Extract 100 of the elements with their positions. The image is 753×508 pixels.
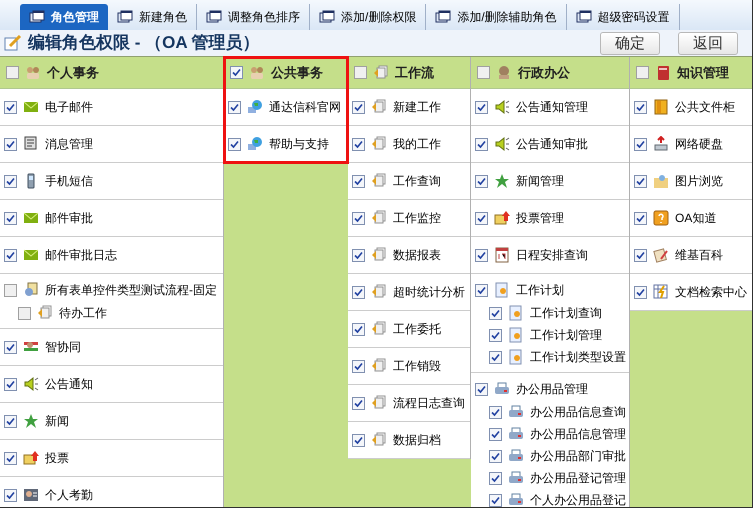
- section-header: 个人事务: [47, 64, 99, 82]
- checkbox[interactable]: [475, 100, 488, 114]
- checkbox[interactable]: [475, 174, 488, 188]
- checkbox[interactable]: [475, 138, 488, 150]
- permission-label: 日程安排查询: [516, 247, 588, 264]
- checkbox[interactable]: [352, 322, 365, 336]
- checkbox[interactable]: [489, 450, 502, 462]
- book-icon: [655, 64, 671, 80]
- checkbox[interactable]: [636, 66, 649, 79]
- permission-label: 文档检索中心: [675, 284, 747, 301]
- checkbox[interactable]: [475, 248, 488, 262]
- section-header: 工作流: [395, 64, 434, 82]
- printer-icon: [508, 426, 524, 442]
- checkbox[interactable]: [6, 66, 19, 79]
- window-icon: [117, 9, 133, 25]
- permission-label: 消息管理: [45, 136, 93, 153]
- permission-label: 工作计划: [516, 282, 564, 299]
- checkbox[interactable]: [634, 212, 647, 224]
- printer-icon: [508, 404, 524, 420]
- checkbox[interactable]: [489, 306, 502, 320]
- documents-icon: [371, 99, 387, 115]
- envelope-icon: [23, 99, 39, 115]
- pencil-document-icon: [653, 247, 669, 263]
- checkbox[interactable]: [4, 414, 17, 428]
- printer-icon: [508, 448, 524, 464]
- window-icon: [206, 9, 222, 25]
- section-header: 知识管理: [677, 64, 729, 82]
- checkbox[interactable]: [4, 100, 17, 114]
- checkbox[interactable]: [354, 66, 367, 79]
- window-icon: [319, 9, 335, 25]
- checkbox[interactable]: [4, 138, 17, 150]
- permission-label: 超时统计分析: [393, 284, 465, 301]
- checkbox[interactable]: [4, 284, 17, 296]
- permission-label: 流程日志查询: [393, 395, 465, 412]
- checkbox[interactable]: [230, 66, 243, 79]
- tab[interactable]: 角色管理: [20, 4, 108, 30]
- permission-label: 办公用品信息管理: [530, 426, 626, 443]
- checkbox[interactable]: [475, 382, 488, 396]
- checkbox[interactable]: [228, 100, 241, 114]
- pencil-icon: [4, 35, 22, 51]
- permission-label: 维基百科: [675, 247, 723, 264]
- permission-label: 通达信科官网: [269, 99, 341, 116]
- star-icon: [494, 173, 510, 189]
- checkbox[interactable]: [489, 328, 502, 342]
- checkbox[interactable]: [4, 452, 17, 464]
- checkbox[interactable]: [475, 284, 488, 296]
- permission-label: 工作销毁: [393, 358, 441, 375]
- action-button[interactable]: 返回: [678, 32, 738, 54]
- checkbox[interactable]: [352, 434, 365, 446]
- checkbox[interactable]: [228, 138, 241, 150]
- documents-icon: [371, 247, 387, 263]
- star-icon: [23, 413, 39, 429]
- checkbox[interactable]: [4, 212, 17, 224]
- checkbox[interactable]: [352, 138, 365, 150]
- group-icon: [496, 64, 512, 80]
- id-card-icon: [23, 487, 39, 503]
- documents-icon: [371, 321, 387, 337]
- checkbox[interactable]: [4, 248, 17, 262]
- checkbox[interactable]: [352, 174, 365, 188]
- drive-icon: [653, 136, 669, 152]
- printer-icon: [494, 381, 510, 397]
- checkbox[interactable]: [352, 396, 365, 410]
- checkbox[interactable]: [489, 472, 502, 484]
- documents-icon: [371, 432, 387, 448]
- printer-icon: [508, 470, 524, 486]
- permission-label: 我的工作: [393, 136, 441, 153]
- ballot-icon: [23, 450, 39, 466]
- gear-document-icon: [508, 349, 524, 365]
- checkbox[interactable]: [352, 248, 365, 262]
- checkbox[interactable]: [634, 100, 647, 114]
- window-icon: [29, 9, 45, 25]
- checkbox[interactable]: [634, 248, 647, 262]
- checkbox[interactable]: [352, 360, 365, 372]
- checkbox[interactable]: [634, 286, 647, 298]
- checkbox[interactable]: [489, 406, 502, 418]
- permission-label: 图片浏览: [675, 173, 723, 190]
- permission-label: 投票: [45, 450, 69, 467]
- envelope-icon: [23, 247, 39, 263]
- permission-label: 办公用品部门审批: [530, 448, 626, 465]
- checkbox[interactable]: [489, 494, 502, 506]
- checkbox[interactable]: [634, 174, 647, 188]
- checkbox[interactable]: [352, 286, 365, 298]
- checkbox[interactable]: [4, 488, 17, 502]
- checkbox[interactable]: [489, 350, 502, 364]
- checkbox[interactable]: [477, 66, 490, 79]
- permission-label: 办公用品信息查询: [530, 404, 626, 421]
- checkbox[interactable]: [634, 138, 647, 150]
- checkbox[interactable]: [18, 306, 31, 320]
- checkbox[interactable]: [475, 212, 488, 224]
- checkbox[interactable]: [352, 100, 365, 114]
- checkbox[interactable]: [4, 174, 17, 188]
- checkbox[interactable]: [4, 340, 17, 354]
- permission-label: 待办工作: [59, 305, 107, 322]
- action-button[interactable]: 确定: [600, 32, 660, 54]
- checkbox[interactable]: [4, 378, 17, 390]
- checkbox[interactable]: [489, 428, 502, 440]
- section-header: 公共事务: [271, 64, 323, 82]
- checkbox[interactable]: [352, 212, 365, 224]
- picture-folder-icon: [653, 173, 669, 189]
- permission-label: 办公用品登记管理: [530, 470, 626, 487]
